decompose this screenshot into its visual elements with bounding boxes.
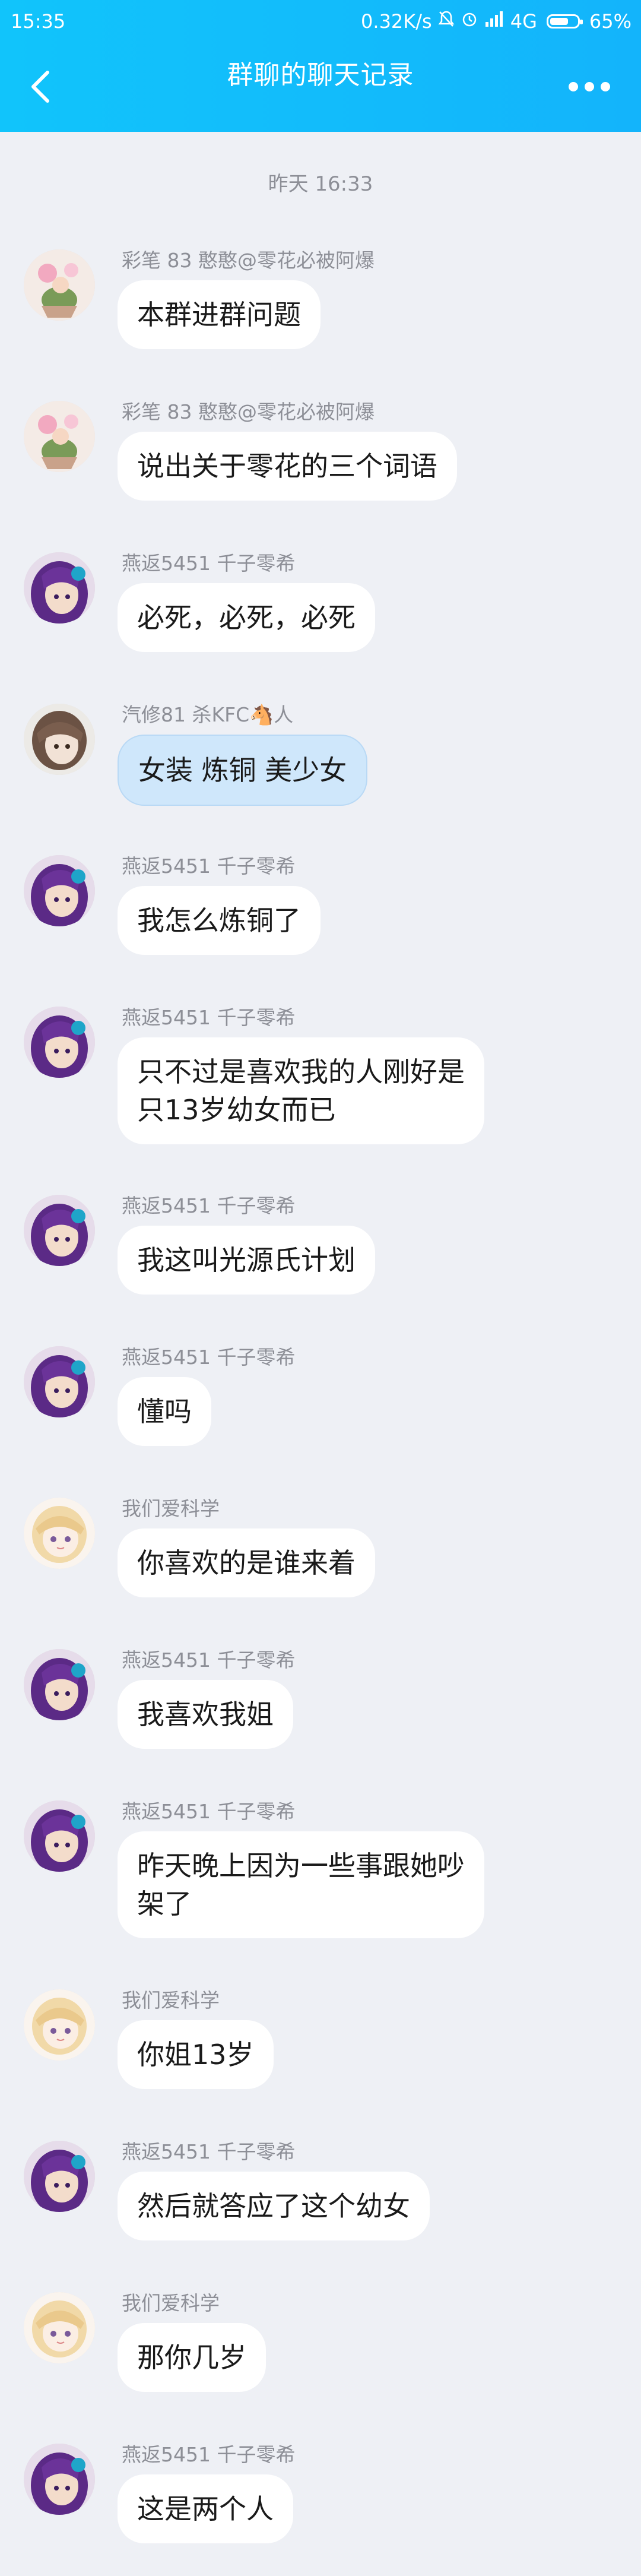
message-text: 只不过是喜欢我的人刚好是 [137, 1056, 465, 1088]
avatar[interactable] [24, 2444, 95, 2515]
message-bubble[interactable]: 我这叫光源氏计划 [118, 1226, 375, 1295]
message-bubble[interactable]: 只不过是喜欢我的人刚好是 只13岁幼女而已 [118, 1037, 484, 1144]
message-timestamp: 昨天 16:33 [268, 172, 373, 196]
sender-name: 汽修81 杀KFC🐴人 [122, 703, 294, 726]
message-text: 女装 炼铜 美少女 [138, 754, 347, 786]
mute-icon [438, 0, 455, 43]
sender-name: 燕返5451 千子零希 [122, 2140, 296, 2163]
more-icon[interactable] [569, 81, 610, 93]
message-bubble[interactable]: 然后就答应了这个幼女 [118, 2172, 430, 2240]
message-bubble[interactable]: 昨天晚上因为一些事跟她吵 架了 [118, 1831, 484, 1938]
sender-name: 我们爱科学 [122, 1497, 220, 1520]
message-bubble[interactable]: 本群进群问题 [118, 280, 320, 349]
sender-name: 燕返5451 千子零希 [122, 2443, 296, 2466]
alarm-icon [461, 0, 478, 43]
status-icons: 0.32K/s 4G 65% [361, 0, 632, 43]
signal-icon [484, 0, 504, 43]
avatar[interactable] [24, 552, 95, 624]
avatar[interactable] [24, 249, 95, 321]
battery-icon [546, 14, 583, 29]
page-title: 群聊的聊天记录 [227, 60, 414, 90]
message-bubble[interactable]: 那你几岁 [118, 2323, 266, 2392]
message-text: 懂吗 [137, 1395, 192, 1428]
message-text: 这是两个人 [137, 2493, 274, 2525]
message-bubble[interactable]: 必死，必死，必死 [118, 583, 375, 652]
message-bubble[interactable]: 我喜欢我姐 [118, 1680, 293, 1749]
message-text: 我怎么炼铜了 [137, 904, 301, 936]
network-speed: 0.32K/s [361, 10, 432, 33]
message-text: 说出关于零花的三个词语 [137, 450, 437, 482]
sender-name: 燕返5451 千子零希 [122, 1346, 296, 1369]
avatar[interactable] [24, 855, 95, 926]
message-bubble[interactable]: 说出关于零花的三个词语 [118, 432, 457, 501]
avatar[interactable] [24, 2292, 95, 2363]
avatar[interactable] [24, 704, 95, 775]
message-text: 我这叫光源氏计划 [137, 1244, 356, 1276]
sender-name: 燕返5451 千子零希 [122, 552, 296, 575]
message-text: 昨天晚上因为一些事跟她吵 [137, 1850, 465, 1882]
avatar[interactable] [24, 401, 95, 472]
avatar[interactable] [24, 1346, 95, 1417]
avatar[interactable] [24, 1195, 95, 1266]
message-bubble[interactable]: 女装 炼铜 美少女 [118, 735, 368, 806]
avatar[interactable] [24, 1989, 95, 2061]
network-type: 4G [510, 10, 537, 33]
sender-name: 燕返5451 千子零希 [122, 1648, 296, 1672]
message-bubble[interactable]: 懂吗 [118, 1377, 211, 1446]
sender-name: 我们爱科学 [122, 1989, 220, 2012]
sender-name: 彩笔 83 憨憨@零花必被阿爆 [122, 249, 375, 272]
message-bubble[interactable]: 你喜欢的是谁来着 [118, 1528, 375, 1597]
message-bubble[interactable]: 我怎么炼铜了 [118, 886, 320, 955]
message-text: 只13岁幼女而已 [137, 1094, 336, 1126]
message-text: 然后就答应了这个幼女 [137, 2190, 410, 2222]
nav-bar: 群聊的聊天记录 [0, 43, 641, 132]
battery-level: 65% [589, 10, 632, 33]
sender-name: 燕返5451 千子零希 [122, 855, 296, 878]
avatar[interactable] [24, 1007, 95, 1078]
avatar[interactable] [24, 1800, 95, 1872]
avatar[interactable] [24, 1649, 95, 1720]
message-bubble[interactable]: 这是两个人 [118, 2474, 293, 2543]
message-text: 架了 [137, 1888, 192, 1920]
message-text: 你喜欢的是谁来着 [137, 1547, 356, 1579]
sender-name: 我们爱科学 [122, 2292, 220, 2315]
sender-name: 燕返5451 千子零希 [122, 1800, 296, 1823]
status-time: 15:35 [11, 10, 66, 33]
avatar[interactable] [24, 1498, 95, 1569]
sender-name: 燕返5451 千子零希 [122, 1194, 296, 1217]
sender-name: 彩笔 83 憨憨@零花必被阿爆 [122, 400, 375, 423]
message-text: 本群进群问题 [137, 299, 301, 331]
message-bubble[interactable]: 你姐13岁 [118, 2020, 274, 2089]
message-text: 必死，必死，必死 [137, 602, 356, 634]
header: 15:35 0.32K/s 4G 65% 群聊的聊天记录 [0, 0, 641, 132]
sender-name: 燕返5451 千子零希 [122, 1006, 296, 1029]
message-text: 我喜欢我姐 [137, 1698, 274, 1730]
message-text: 那你几岁 [137, 2341, 246, 2374]
status-bar: 15:35 0.32K/s 4G 65% [0, 0, 641, 43]
avatar[interactable] [24, 2141, 95, 2212]
message-text: 你姐13岁 [137, 2039, 254, 2071]
